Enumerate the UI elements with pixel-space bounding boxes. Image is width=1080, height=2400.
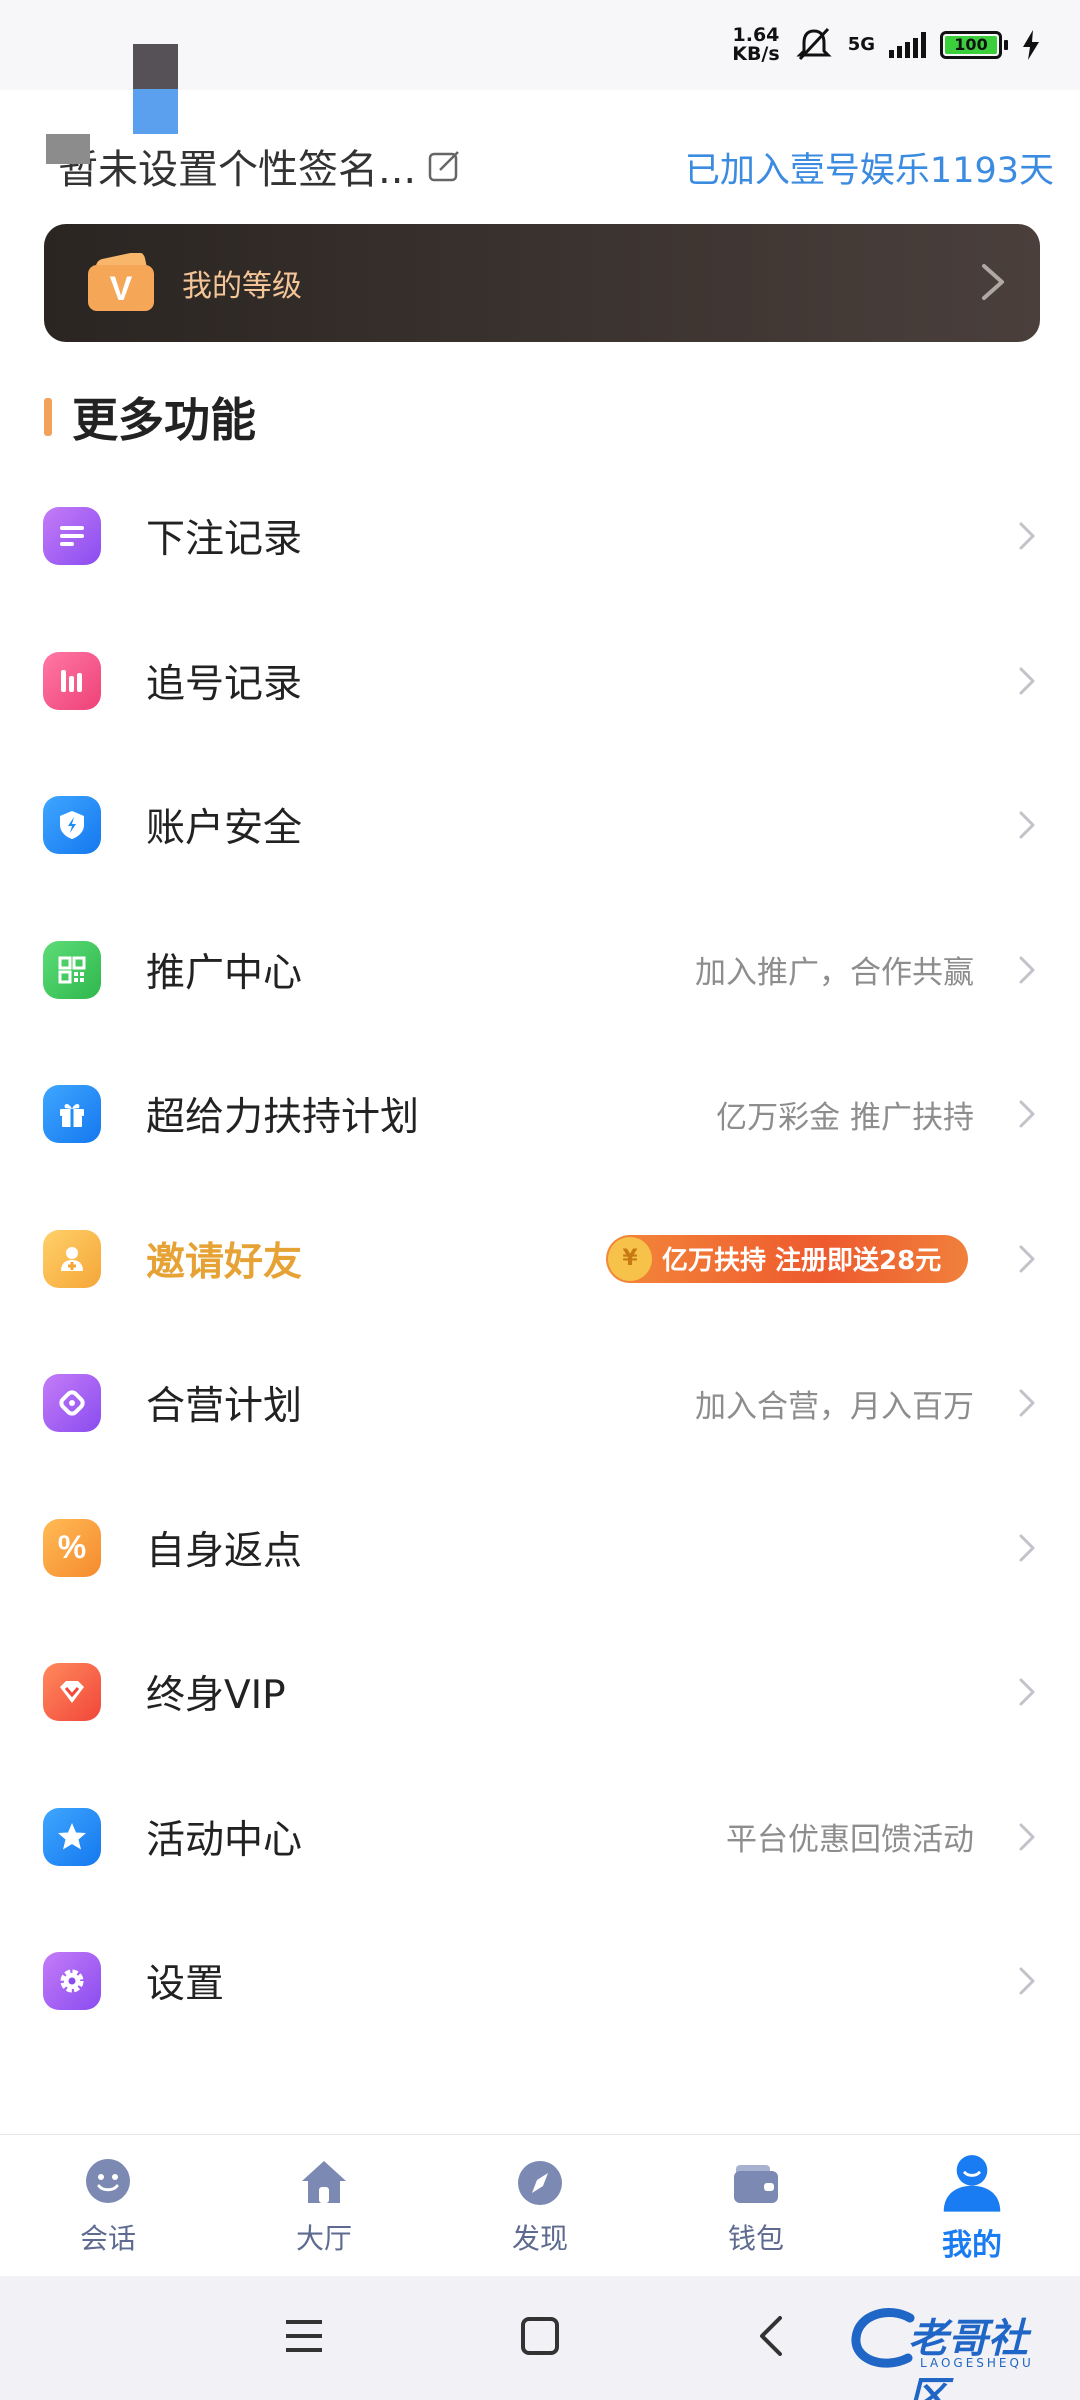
chat-icon [86,2158,130,2203]
compass-icon [518,2160,562,2205]
user-icon [943,2154,1001,2212]
nav-label: 发现 [511,2221,568,2255]
menu-item-promotion-center[interactable]: 推广中心 加入推广，合作共赢 [0,898,1080,1043]
partnership-icon [43,1374,101,1433]
menu-item-settings[interactable]: 设置 [0,1909,1080,2054]
section-accent-bar [44,398,52,436]
chevron-right-icon [1019,1100,1035,1128]
nav-discover[interactable]: 发现 [432,2135,648,2276]
chevron-right-icon [1019,1389,1035,1417]
my-level-card[interactable]: V 我的等级 [44,224,1040,342]
menu-item-label: 自身返点 [146,1528,303,1574]
menu-item-label: 追号记录 [146,661,303,707]
avatar[interactable] [133,44,178,134]
menu-item-invite-friends[interactable]: 邀请好友 ¥ 亿万扶持 注册即送28元 [0,1187,1080,1332]
section-title: 更多功能 [44,384,256,450]
edit-icon[interactable] [426,148,462,184]
chevron-right-icon [1019,956,1035,984]
menu-item-label: 超给力扶持计划 [146,1095,420,1141]
wallet-icon [734,2164,778,2203]
home-icon [302,2160,346,2203]
nav-label: 会话 [79,2221,136,2255]
list-icon [43,507,101,566]
menu-item-label: 账户安全 [146,806,303,852]
signal-icon [889,32,926,58]
invite-user-icon [43,1229,101,1288]
nav-label: 我的 [942,2227,1002,2263]
menu-item-label: 下注记录 [146,517,303,563]
gear-icon [43,1952,101,2011]
menu-item-lifetime-vip[interactable]: 终身VIP [0,1620,1080,1765]
watermark-logo: 老哥社区 LAOGESHEQU [850,2300,1060,2400]
network-type: 5G [847,34,875,55]
menu-item-chase-records[interactable]: 追号记录 [0,609,1080,754]
chevron-right-icon [1019,811,1035,839]
nav-label: 大厅 [295,2221,352,2255]
menu-item-activity-center[interactable]: 活动中心 平台优惠回馈活动 [0,1765,1080,1910]
menu-item-subtitle: 平台优惠回馈活动 [726,1822,974,1859]
nav-lobby[interactable]: 大厅 [216,2135,432,2276]
menu-item-label: 推广中心 [146,950,303,996]
chevron-right-icon [1019,667,1035,695]
coin-icon: ¥ [608,1236,652,1281]
nav-label: 钱包 [727,2221,784,2255]
gift-icon [43,1085,101,1144]
bottom-nav: 会话 大厅 发现 钱包 我的 [0,2134,1080,2276]
nav-wallet[interactable]: 钱包 [648,2135,864,2276]
qr-code-icon [43,940,101,999]
menu-item-label: 设置 [146,1962,225,2008]
signature-row[interactable]: 暂未设置个性签名... [58,136,462,196]
chevron-right-icon [1019,1823,1035,1851]
menu-item-label: 终身VIP [146,1673,286,1719]
my-level-label: 我的等级 [182,269,302,304]
menu-item-subtitle: 加入合营，月入百万 [695,1388,974,1425]
nav-mine[interactable]: 我的 [864,2135,1080,2276]
shield-icon [43,796,101,855]
menu-item-label: 活动中心 [146,1817,303,1863]
star-icon [43,1807,101,1866]
chevron-right-icon [1019,1245,1035,1273]
chevron-right-icon [1019,1678,1035,1706]
menu-item-label: 合营计划 [146,1384,303,1430]
menu-item-bet-records[interactable]: 下注记录 [0,464,1080,609]
svg-text:V: V [110,270,133,308]
chevron-right-icon [982,264,1004,300]
chevron-right-icon [1019,1534,1035,1562]
menu-item-support-plan[interactable]: 超给力扶持计划 亿万彩金 推广扶持 [0,1042,1080,1187]
diamond-icon [43,1663,101,1722]
section-title-text: 更多功能 [72,393,256,447]
network-speed: 1.64 KB/s [732,24,780,65]
redaction-block [46,134,90,164]
battery-icon: 100 [940,31,1008,59]
back-icon[interactable] [756,2314,786,2358]
menu-icon[interactable] [284,2314,324,2358]
promo-badge: ¥ 亿万扶持 注册即送28元 [606,1234,968,1283]
mute-bell-icon [796,27,832,61]
charging-bolt-icon [1023,30,1039,60]
menu-item-self-rebate[interactable]: % 自身返点 [0,1476,1080,1621]
home-square-icon[interactable] [520,2314,560,2358]
promo-text: 亿万扶持 注册即送28元 [662,1246,942,1277]
menu-item-subtitle: 加入推广，合作共赢 [695,955,974,992]
joined-days: 已加入壹号娱乐1193天 [684,151,1054,191]
percent-icon: % [43,1518,101,1577]
nav-chat[interactable]: 会话 [0,2135,216,2276]
menu-item-account-security[interactable]: 账户安全 [0,753,1080,898]
menu-item-label: 邀请好友 [146,1239,303,1285]
vip-badge-icon: V [84,251,160,313]
signature-text: 暂未设置个性签名... [58,147,417,193]
bar-chart-icon [43,651,101,710]
menu-item-subtitle: 亿万彩金 推广扶持 [716,1099,974,1136]
chevron-right-icon [1019,1967,1035,1995]
menu-item-partnership-plan[interactable]: 合营计划 加入合营，月入百万 [0,1331,1080,1476]
feature-menu: 下注记录 追号记录 账户安全 推广中心 加入推广，合作共赢 超给力扶持计划 亿万… [0,464,1080,2054]
chevron-right-icon [1019,522,1035,550]
